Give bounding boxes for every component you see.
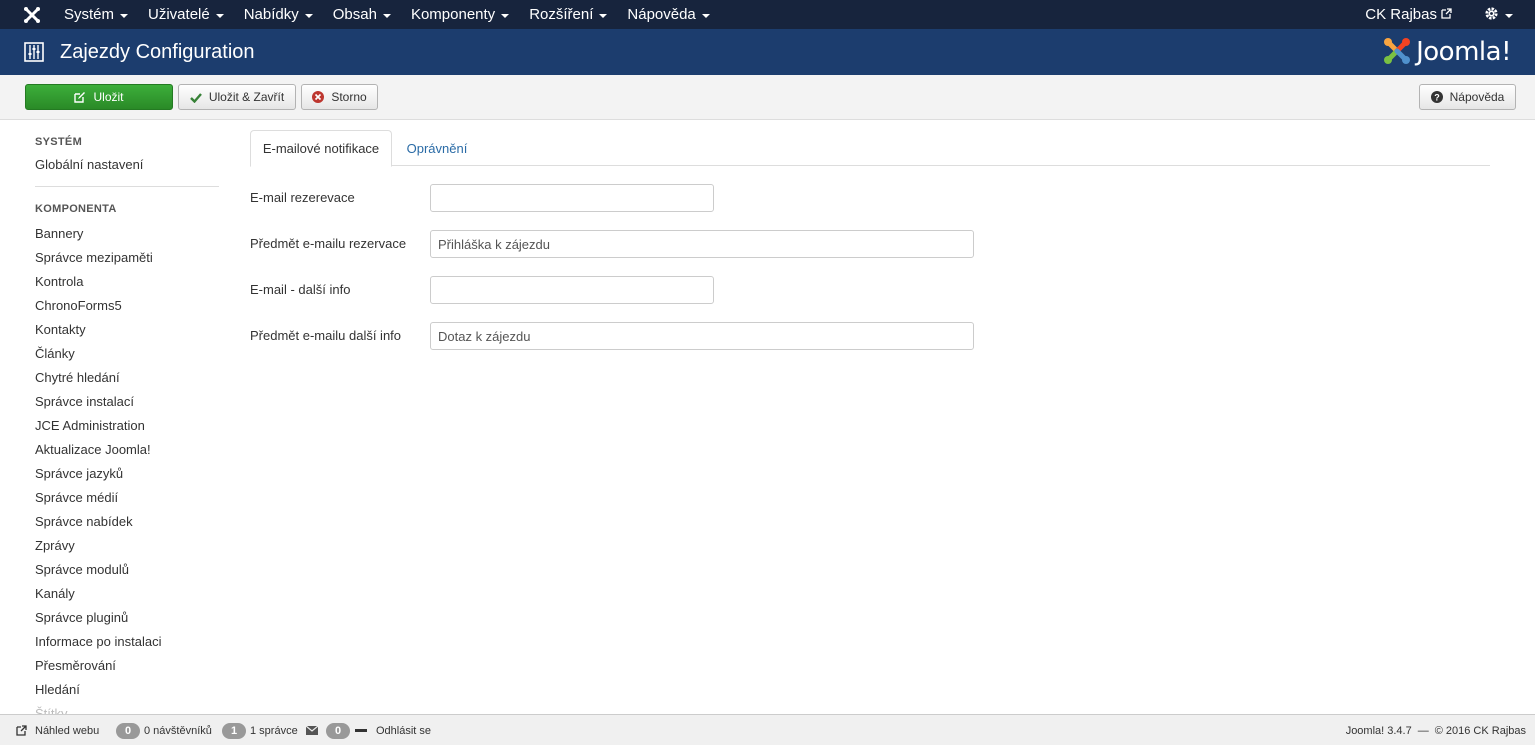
external-link-icon (16, 725, 27, 736)
messages-badge: 0 (326, 722, 350, 739)
label-info-subject: Předmět e-mailu další info (250, 328, 402, 343)
admins-badge: 1 (222, 722, 246, 739)
caret-down-icon (701, 13, 710, 18)
cancel-button[interactable]: Storno (301, 84, 378, 110)
joomla-brand-logo-icon (1382, 36, 1412, 69)
sidebar-header-system: SYSTÉM (35, 136, 83, 148)
equalizer-icon (24, 42, 44, 62)
sidebar-item-component[interactable]: Informace po instalaci (35, 634, 161, 649)
menu-extensions[interactable]: Rozšíření (519, 0, 617, 29)
logout-link[interactable]: Odhlásit se (355, 715, 431, 745)
sidebar-item-component[interactable]: Články (35, 346, 75, 361)
toolbar: Uložit Uložit & Zavřít Storno ? Nápověda (0, 75, 1535, 120)
caret-down-icon (501, 13, 510, 18)
caret-down-icon (382, 13, 391, 18)
visitors-count: 0 0 návštěvníků (116, 715, 212, 745)
caret-down-icon (1505, 13, 1513, 18)
question-circle-icon: ? (1430, 91, 1443, 103)
sidebar-item-component[interactable]: Kanály (35, 586, 75, 601)
tab-email-notifications[interactable]: E-mailové notifikace (250, 130, 392, 167)
envelope-icon (306, 726, 318, 735)
caret-down-icon (120, 13, 129, 18)
svg-text:?: ? (1434, 93, 1440, 103)
sidebar-item-component[interactable]: Zprávy (35, 538, 75, 553)
sidebar-item-component[interactable]: Hledání (35, 682, 80, 697)
sidebar-item-component[interactable]: JCE Administration (35, 418, 145, 433)
preview-site-link[interactable]: Náhled webu (16, 715, 99, 745)
sidebar-item-component[interactable]: Správce jazyků (35, 466, 123, 481)
external-link-icon (1441, 6, 1452, 23)
sidebar-item-component[interactable]: Kontrola (35, 274, 83, 289)
label-reservation-email: E-mail rezerevace (250, 190, 355, 205)
page-header: Zajezdy Configuration Joomla! (0, 29, 1535, 75)
visitors-badge: 0 (116, 722, 140, 739)
config-tabs: E-mailové notifikace Oprávnění (250, 130, 1490, 167)
save-close-button[interactable]: Uložit & Zavřít (178, 84, 296, 110)
sidebar-item-component[interactable]: Přesměrování (35, 658, 116, 673)
top-navbar: Systém Uživatelé Nabídky Obsah Komponent… (0, 0, 1535, 29)
edit-icon (74, 91, 86, 103)
sidebar-header-component: KOMPONENTA (35, 203, 117, 215)
sidebar-item-component[interactable]: Aktualizace Joomla! (35, 442, 151, 457)
gear-icon (1484, 6, 1499, 24)
page-title: Zajezdy Configuration (60, 40, 255, 63)
sidebar-item-component[interactable]: Správce médií (35, 490, 118, 505)
user-settings-menu[interactable] (1484, 6, 1513, 24)
info-subject-input[interactable] (430, 322, 974, 350)
menu-users[interactable]: Uživatelé (138, 0, 234, 29)
sidebar-item-component[interactable]: Správce modulů (35, 562, 129, 577)
joomla-brand: Joomla! (1382, 36, 1511, 69)
menu-content[interactable]: Obsah (323, 0, 401, 29)
sidebar-item-component[interactable]: Chytré hledání (35, 370, 120, 385)
main-menu: Systém Uživatelé Nabídky Obsah Komponent… (64, 0, 720, 29)
checkmark-icon (189, 92, 202, 103)
sidebar-item-global-config[interactable]: Globální nastavení (35, 157, 143, 172)
sidebar-item-component[interactable]: Správce instalací (35, 394, 134, 409)
sidebar-item-component[interactable]: ChronoForms5 (35, 298, 122, 313)
menu-help[interactable]: Nápověda (617, 0, 719, 29)
messages-link[interactable]: 0 (306, 715, 350, 745)
sidebar-item-component[interactable]: Bannery (35, 226, 83, 241)
sidebar: SYSTÉM Globální nastavení KOMPONENTA Ban… (35, 120, 219, 714)
info-email-input[interactable] (430, 276, 714, 304)
label-info-email: E-mail - další info (250, 282, 351, 297)
footer-version: Joomla! 3.4.7 — © 2016 CK Rajbas (1345, 724, 1526, 737)
tab-permissions[interactable]: Oprávnění (392, 130, 482, 166)
sidebar-divider (35, 186, 219, 187)
menu-system[interactable]: Systém (64, 0, 138, 29)
minus-icon (355, 729, 367, 732)
sidebar-item-component[interactable]: Kontakty (35, 322, 86, 337)
navbar-right: CK Rajbas (1365, 0, 1535, 29)
label-reservation-subject: Předmět e-mailu rezervace (250, 236, 407, 251)
site-link[interactable]: CK Rajbas (1365, 6, 1452, 23)
reservation-email-input[interactable] (430, 184, 714, 212)
menu-menus[interactable]: Nabídky (234, 0, 323, 29)
sidebar-item-component[interactable]: Správce pluginů (35, 610, 128, 625)
joomla-brand-text: Joomla! (1416, 37, 1511, 67)
save-button[interactable]: Uložit (25, 84, 173, 110)
status-bar: Náhled webu 0 0 návštěvníků 1 1 správce … (0, 714, 1535, 745)
joomla-logo-icon[interactable] (0, 0, 64, 29)
sidebar-item-component[interactable]: Správce nabídek (35, 514, 133, 529)
cancel-circle-icon (312, 91, 325, 103)
caret-down-icon (599, 13, 608, 18)
caret-down-icon (304, 13, 313, 18)
menu-components[interactable]: Komponenty (401, 0, 519, 29)
help-button[interactable]: ? Nápověda (1419, 84, 1516, 110)
sidebar-item-component[interactable]: Štítky (35, 706, 68, 714)
sidebar-item-component[interactable]: Správce mezipaměti (35, 250, 153, 265)
reservation-subject-input[interactable] (430, 230, 974, 258)
admins-count: 1 1 správce (222, 715, 298, 745)
caret-down-icon (215, 13, 224, 18)
